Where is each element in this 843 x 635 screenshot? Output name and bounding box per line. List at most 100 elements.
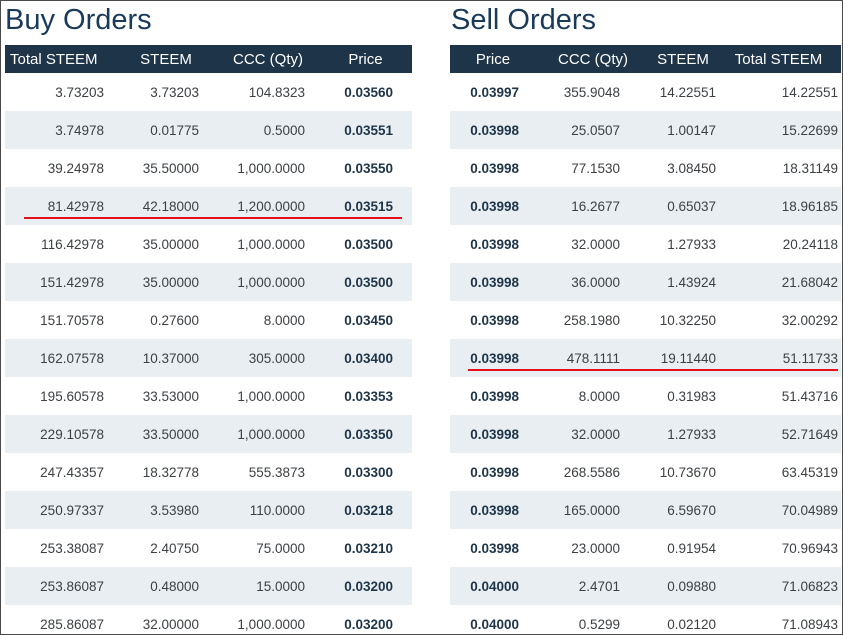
sell-cell-steem: 1.43924 xyxy=(667,274,716,290)
buy-order-row[interactable]: 229.10578 33.50000 1,000.0000 0.03350 xyxy=(5,415,412,453)
sell-cell-price: 0.03998 xyxy=(470,274,519,290)
sell-order-row[interactable]: 0.03998 478.1111 19.11440 51.11733 xyxy=(450,339,841,377)
buy-order-row[interactable]: 285.86087 32.00000 1,000.0000 0.03200 xyxy=(5,605,412,634)
sell-order-row[interactable]: 0.03998 77.1530 3.08450 18.31149 xyxy=(450,149,841,187)
sell-cell-price: 0.04000 xyxy=(470,578,519,594)
sell-cell-ccc-qty: 25.0507 xyxy=(571,122,620,138)
buy-cell-price: 0.03400 xyxy=(344,350,393,366)
buy-cell-total-steem: 250.97337 xyxy=(40,502,104,518)
sell-cell-total-steem: 14.22551 xyxy=(781,84,838,100)
sell-cell-price: 0.04000 xyxy=(470,616,519,632)
sell-col-total-steem: Total STEEM xyxy=(734,50,823,68)
buy-orders-title: Buy Orders xyxy=(5,4,152,36)
sell-cell-price: 0.03998 xyxy=(470,312,519,328)
sell-order-row[interactable]: 0.03997 355.9048 14.22551 14.22551 xyxy=(450,73,841,111)
screenshot-frame: Buy Orders Total STEEM STEEM CCC (Qty) P… xyxy=(0,0,843,635)
buy-cell-price: 0.03300 xyxy=(344,464,393,480)
buy-cell-steem: 35.50000 xyxy=(142,160,199,176)
sell-cell-steem: 1.27933 xyxy=(667,236,716,252)
sell-col-steem: STEEM xyxy=(657,50,709,68)
sell-cell-ccc-qty: 36.0000 xyxy=(571,274,620,290)
sell-order-row[interactable]: 0.03998 32.0000 1.27933 20.24118 xyxy=(450,225,841,263)
buy-order-row[interactable]: 39.24978 35.50000 1,000.0000 0.03550 xyxy=(5,149,412,187)
buy-cell-steem: 35.00000 xyxy=(142,236,199,252)
buy-cell-total-steem: 81.42978 xyxy=(47,198,104,214)
buy-cell-total-steem: 3.73203 xyxy=(55,84,104,100)
sell-cell-price: 0.03998 xyxy=(470,540,519,556)
buy-order-row[interactable]: 81.42978 42.18000 1,200.0000 0.03515 xyxy=(5,187,412,225)
buy-order-row[interactable]: 195.60578 33.53000 1,000.0000 0.03353 xyxy=(5,377,412,415)
sell-cell-ccc-qty: 478.1111 xyxy=(566,350,620,366)
sell-cell-price: 0.03998 xyxy=(470,388,519,404)
sell-cell-total-steem: 51.11733 xyxy=(782,350,838,366)
sell-order-row[interactable]: 0.03998 8.0000 0.31983 51.43716 xyxy=(450,377,841,415)
buy-cell-price: 0.03200 xyxy=(344,616,393,632)
sell-order-row[interactable]: 0.03998 32.0000 1.27933 52.71649 xyxy=(450,415,841,453)
sell-col-ccc-qty: CCC (Qty) xyxy=(558,50,628,68)
sell-order-row[interactable]: 0.03998 25.0507 1.00147 15.22699 xyxy=(450,111,841,149)
sell-cell-total-steem: 71.08943 xyxy=(781,616,838,632)
buy-col-ccc-qty: CCC (Qty) xyxy=(233,50,303,68)
sell-cell-total-steem: 21.68042 xyxy=(781,274,838,290)
buy-cell-ccc-qty: 305.0000 xyxy=(248,350,305,366)
buy-cell-total-steem: 253.38087 xyxy=(40,540,104,556)
sell-order-row[interactable]: 0.03998 268.5586 10.73670 63.45319 xyxy=(450,453,841,491)
sell-cell-ccc-qty: 165.0000 xyxy=(563,502,620,518)
buy-order-row[interactable]: 247.43357 18.32778 555.3873 0.03300 xyxy=(5,453,412,491)
sell-order-row[interactable]: 0.03998 23.0000 0.91954 70.96943 xyxy=(450,529,841,567)
sell-cell-steem: 6.59670 xyxy=(667,502,716,518)
buy-cell-price: 0.03200 xyxy=(344,578,393,594)
buy-cell-price: 0.03515 xyxy=(344,198,393,214)
sell-cell-ccc-qty: 258.1980 xyxy=(563,312,620,328)
sell-cell-total-steem: 63.45319 xyxy=(781,464,838,480)
buy-cell-price: 0.03350 xyxy=(344,426,393,442)
sell-cell-total-steem: 70.04989 xyxy=(781,502,838,518)
buy-cell-total-steem: 151.70578 xyxy=(40,312,104,328)
sell-cell-price: 0.03998 xyxy=(470,122,519,138)
buy-cell-steem: 3.53980 xyxy=(150,502,199,518)
buy-order-row[interactable]: 253.38087 2.40750 75.0000 0.03210 xyxy=(5,529,412,567)
buy-cell-total-steem: 151.42978 xyxy=(40,274,104,290)
sell-order-row[interactable]: 0.03998 258.1980 10.32250 32.00292 xyxy=(450,301,841,339)
sell-orders-header: Price CCC (Qty) STEEM Total STEEM xyxy=(450,45,841,73)
sell-cell-ccc-qty: 16.2677 xyxy=(571,198,620,214)
buy-cell-steem: 3.73203 xyxy=(150,84,199,100)
sell-cell-steem: 19.11440 xyxy=(660,350,716,366)
sell-cell-total-steem: 18.31149 xyxy=(782,160,838,176)
sell-cell-price: 0.03998 xyxy=(470,236,519,252)
buy-order-row[interactable]: 250.97337 3.53980 110.0000 0.03218 xyxy=(5,491,412,529)
buy-cell-price: 0.03551 xyxy=(344,122,393,138)
sell-cell-price: 0.03998 xyxy=(470,502,519,518)
sell-order-row[interactable]: 0.03998 36.0000 1.43924 21.68042 xyxy=(450,263,841,301)
sell-cell-price: 0.03997 xyxy=(470,84,519,100)
buy-order-row[interactable]: 162.07578 10.37000 305.0000 0.03400 xyxy=(5,339,412,377)
buy-cell-total-steem: 285.86087 xyxy=(40,616,104,632)
sell-orders-rows: 0.03997 355.9048 14.22551 14.22551 0.03998 25… xyxy=(450,73,841,634)
buy-order-row[interactable]: 3.73203 3.73203 104.8323 0.03560 xyxy=(5,73,412,111)
buy-cell-price: 0.03450 xyxy=(344,312,393,328)
sell-cell-price: 0.03998 xyxy=(470,464,519,480)
buy-cell-price: 0.03353 xyxy=(344,388,393,404)
buy-cell-steem: 0.01775 xyxy=(150,122,199,138)
sell-order-row[interactable]: 0.04000 0.5299 0.02120 71.08943 xyxy=(450,605,841,634)
buy-cell-price: 0.03500 xyxy=(344,236,393,252)
sell-order-row[interactable]: 0.03998 16.2677 0.65037 18.96185 xyxy=(450,187,841,225)
buy-order-row[interactable]: 116.42978 35.00000 1,000.0000 0.03500 xyxy=(5,225,412,263)
sell-cell-steem: 1.00147 xyxy=(667,122,716,138)
sell-cell-ccc-qty: 32.0000 xyxy=(571,426,620,442)
buy-cell-total-steem: 229.10578 xyxy=(40,426,104,442)
sell-cell-ccc-qty: 32.0000 xyxy=(571,236,620,252)
sell-order-row[interactable]: 0.03998 165.0000 6.59670 70.04989 xyxy=(450,491,841,529)
buy-order-row[interactable]: 3.74978 0.01775 0.5000 0.03551 xyxy=(5,111,412,149)
buy-cell-steem: 10.37000 xyxy=(142,350,199,366)
buy-cell-price: 0.03500 xyxy=(344,274,393,290)
sell-order-row[interactable]: 0.04000 2.4701 0.09880 71.06823 xyxy=(450,567,841,605)
sell-cell-steem: 0.91954 xyxy=(667,540,716,556)
buy-order-row[interactable]: 151.70578 0.27600 8.0000 0.03450 xyxy=(5,301,412,339)
buy-order-row[interactable]: 253.86087 0.48000 15.0000 0.03200 xyxy=(5,567,412,605)
buy-cell-ccc-qty: 1,200.0000 xyxy=(237,198,305,214)
buy-order-row[interactable]: 151.42978 35.00000 1,000.0000 0.03500 xyxy=(5,263,412,301)
sell-cell-price: 0.03998 xyxy=(470,160,519,176)
buy-cell-ccc-qty: 1,000.0000 xyxy=(237,236,305,252)
buy-cell-ccc-qty: 1,000.0000 xyxy=(237,426,305,442)
